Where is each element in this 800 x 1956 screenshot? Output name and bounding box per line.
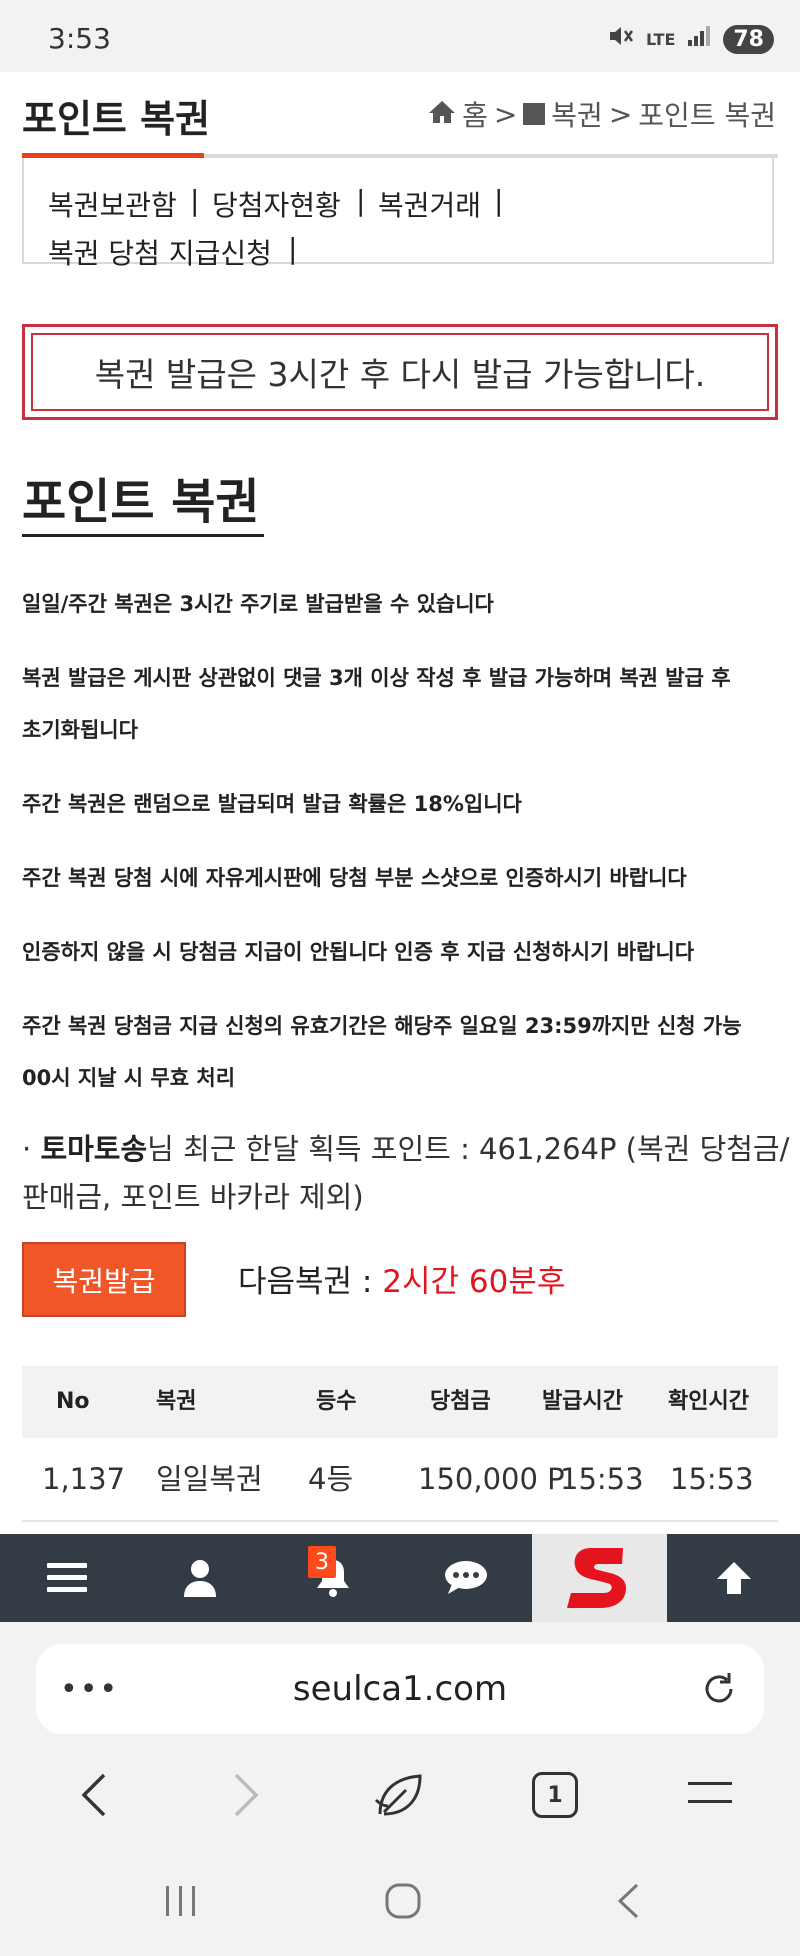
alert-box: 복권 발급은 3시간 후 다시 발급 가능합니다.	[22, 324, 778, 420]
notice-line: 인증하지 않을 시 당첨금 지급이 안됩니다 인증 후 지급 신청하시기 바랍니…	[22, 940, 695, 964]
breadcrumb: 홈 > 복권 > 포인트 복권	[428, 94, 776, 134]
home-browser-button[interactable]	[374, 1770, 426, 1824]
submenu-separator: |	[288, 232, 298, 265]
points-summary: · 토마토송님 최근 한달 획득 포인트 : 461,264P (복권 당첨금/	[22, 1126, 789, 1168]
section-title-underline	[22, 534, 264, 537]
forward-button[interactable]	[232, 1772, 260, 1822]
network-type: LTE	[645, 29, 676, 49]
sub-menu: 복권보관함 | 당첨자현황 | 복권거래 | 복권 당첨 지급신청 |	[22, 158, 774, 270]
site-logo	[566, 1548, 626, 1608]
system-home-button[interactable]	[384, 1882, 422, 1924]
breadcrumb-home[interactable]: 홈	[462, 94, 488, 134]
points-summary-text-2: 판매금, 포인트 바카라 제외)	[22, 1180, 364, 1214]
section-title: 포인트 복권	[22, 474, 260, 530]
user-icon	[183, 1560, 216, 1597]
arrow-up-icon	[716, 1562, 751, 1594]
column-check-time: 확인시간	[668, 1389, 749, 1414]
square-icon	[523, 103, 546, 125]
bottom-nav	[0, 1534, 800, 1622]
browser-menu-button[interactable]	[688, 1780, 732, 1810]
site-logo-button[interactable]	[532, 1534, 667, 1622]
battery-indicator: 78	[723, 24, 774, 54]
user-button[interactable]	[133, 1534, 266, 1622]
url-text: seulca1.com	[292, 1669, 508, 1709]
refresh-icon	[705, 1673, 733, 1703]
issue-lottery-button[interactable]: 복권발급	[22, 1242, 186, 1317]
recent-apps-icon	[166, 1886, 195, 1916]
notice-line: 주간 복권 당첨금 지급 신청의 유효기간은 해당주 일요일 23:59까지만 …	[22, 1014, 742, 1038]
cell-prize: 150,000 P	[418, 1462, 565, 1496]
username: 토마토송	[40, 1132, 148, 1166]
page-title: 포인트 복권	[22, 97, 211, 141]
url-menu-button[interactable]: •••	[60, 1644, 119, 1734]
back-button[interactable]	[80, 1772, 108, 1822]
column-issue-time: 발급시간	[542, 1389, 623, 1414]
notice-line: 주간 복권은 랜덤으로 발급되며 발급 확률은 18%입니다	[22, 792, 522, 816]
home-icon[interactable]	[428, 98, 456, 131]
system-back-button[interactable]	[616, 1882, 640, 1924]
submenu-separator: |	[356, 184, 366, 217]
table-header: No 복권 등수 당첨금 발급시간 확인시간	[22, 1366, 778, 1438]
submenu-separator: |	[190, 184, 200, 217]
cell-rank: 4등	[308, 1462, 354, 1496]
notice-line: 복권 발급은 게시판 상관없이 댓글 3개 이상 작성 후 발급 가능하며 복권…	[22, 666, 731, 690]
url-bar[interactable]: seulca1.com •••	[36, 1644, 764, 1734]
chat-button[interactable]	[399, 1534, 532, 1622]
notice-line: 초기화됩니다	[22, 718, 138, 742]
next-lottery: 다음복권 : 2시간 60분후	[238, 1256, 565, 1301]
system-back-icon	[617, 1883, 639, 1919]
notification-badge: 3	[308, 1546, 336, 1578]
column-no: No	[56, 1389, 90, 1414]
notice-line: 00시 지날 시 무효 처리	[22, 1066, 236, 1090]
submenu-separator: |	[494, 184, 504, 217]
hamburger-icon	[688, 1782, 732, 1803]
column-lottery: 복권	[156, 1389, 197, 1414]
tabs-button[interactable]: 1	[532, 1772, 578, 1818]
cell-lottery: 일일복권	[156, 1462, 263, 1496]
breadcrumb-section[interactable]: 복권	[551, 94, 603, 134]
column-prize: 당첨금	[430, 1389, 491, 1414]
submenu-winners[interactable]: 당첨자현황	[212, 184, 341, 224]
mute-icon	[608, 24, 634, 54]
submenu-lottery-box[interactable]: 복권보관함	[48, 184, 177, 224]
chat-icon	[444, 1561, 487, 1594]
alert-message: 복권 발급은 3시간 후 다시 발급 가능합니다.	[31, 333, 769, 411]
cell-check-time: 15:53	[670, 1462, 754, 1496]
leaf-icon	[374, 1774, 422, 1816]
menu-icon	[46, 1563, 87, 1592]
menu-button[interactable]	[0, 1534, 133, 1622]
notice-line: 일일/주간 복권은 3시간 주기로 발급받을 수 있습니다	[22, 592, 494, 616]
status-time: 3:53	[48, 22, 111, 55]
bullet: ·	[22, 1132, 32, 1166]
points-summary-text: 님 최근 한달 획득 포인트 : 461,264P (복권 당첨금/	[147, 1132, 790, 1166]
breadcrumb-current: 포인트 복권	[638, 99, 776, 132]
refresh-button[interactable]	[700, 1670, 738, 1712]
column-rank: 등수	[316, 1389, 357, 1414]
cell-no: 1,137	[42, 1462, 126, 1496]
notice-line: 주간 복권 당첨 시에 자유게시판에 당첨 부분 스샷으로 인증하시기 바랍니다	[22, 866, 687, 890]
back-icon	[81, 1773, 106, 1817]
submenu-payout-request[interactable]: 복권 당첨 지급신청	[48, 232, 272, 272]
home-circle-icon	[385, 1883, 421, 1919]
breadcrumb-separator: >	[493, 97, 518, 131]
recent-apps-button[interactable]	[164, 1884, 198, 1922]
scroll-top-button[interactable]	[667, 1534, 800, 1622]
signal-icon	[687, 25, 711, 53]
status-icons: LTE 78	[608, 24, 774, 54]
next-lottery-label: 다음복권 :	[238, 1264, 383, 1300]
submenu-trade[interactable]: 복권거래	[378, 184, 481, 224]
next-lottery-countdown: 2시간 60분후	[382, 1264, 566, 1300]
cell-issue-time: 15:53	[560, 1462, 644, 1496]
table-row: 1,137 일일복권 4등 150,000 P 15:53 15:53	[22, 1438, 778, 1522]
forward-icon	[234, 1773, 259, 1817]
breadcrumb-separator: >	[608, 97, 633, 131]
